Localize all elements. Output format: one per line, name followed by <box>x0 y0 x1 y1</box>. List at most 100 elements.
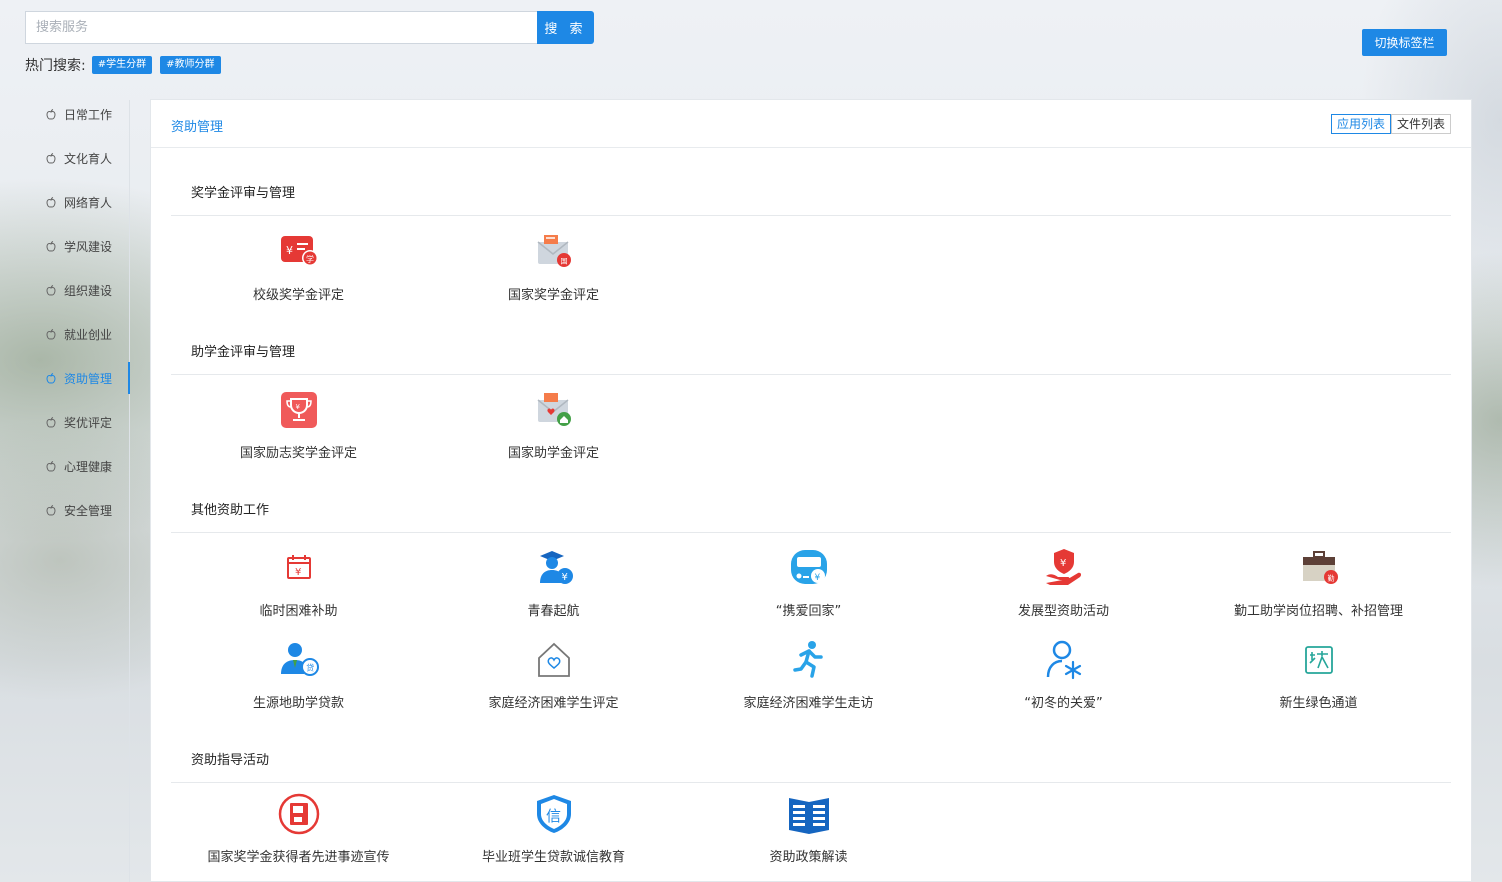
section-divider <box>171 532 1451 533</box>
sidebar-item-daily-work[interactable]: 日常工作 <box>0 92 130 136</box>
svg-text:贷: 贷 <box>306 663 314 673</box>
integrity-shield-icon: 信 <box>536 795 571 833</box>
app-list-toggle[interactable]: 应用列表 <box>1330 114 1391 134</box>
view-toggle: 应用列表 文件列表 <box>1330 114 1451 134</box>
section-title: 其他资助工作 <box>191 503 270 518</box>
tile-label: 临时困难补助 <box>259 604 338 619</box>
sidebar-item-label: 日常工作 <box>64 107 113 122</box>
search-bar: 搜 索 <box>25 11 594 44</box>
tile-label: 青春起航 <box>527 604 580 619</box>
tile-green-channel[interactable]: 新生绿色通道 <box>1191 638 1446 711</box>
tile-label: 家庭经济困难学生评定 <box>488 696 619 711</box>
sidebar-item-label: 奖优评定 <box>64 415 113 430</box>
sidebar-item-safety[interactable]: 安全管理 <box>0 488 130 532</box>
svg-text:¥: ¥ <box>1060 558 1066 569</box>
section-title: 资助指导活动 <box>191 753 270 768</box>
tile-label: 家庭经济困难学生走访 <box>743 696 874 711</box>
svg-text:勤: 勤 <box>1327 574 1334 583</box>
search-button[interactable]: 搜 索 <box>537 11 594 44</box>
panel-title: 资助管理 <box>171 120 224 135</box>
hot-tag-teacher[interactable]: #教师分群 <box>160 56 221 74</box>
tile-label: 校级奖学金评定 <box>252 288 344 303</box>
hot-tag-student[interactable]: #学生分群 <box>91 56 153 74</box>
sidebar-item-label: 就业创业 <box>64 327 113 342</box>
tile-label: 勤工助学岗位招聘、补招管理 <box>1233 604 1403 619</box>
svg-text:国: 国 <box>560 258 567 266</box>
tile-label: 资助政策解读 <box>769 850 848 865</box>
section-scholarship: 奖学金评审与管理 ¥ 学 校级奖学金评定 国 国家奖学金评定 <box>171 182 1451 303</box>
svg-text:¥: ¥ <box>286 244 293 257</box>
file-list-toggle[interactable]: 文件列表 <box>1390 114 1451 134</box>
tile-label: 毕业班学生贷款诚信教育 <box>481 850 625 865</box>
tile-school-scholarship[interactable]: ¥ 学 校级奖学金评定 <box>171 230 426 303</box>
svg-text:¥: ¥ <box>814 573 820 583</box>
tile-label: 国家奖学金获得者先进事迹宣传 <box>207 850 390 865</box>
tile-hardship-visit[interactable]: 家庭经济困难学生走访 <box>681 638 936 711</box>
sidebar-item-mental-health[interactable]: 心理健康 <box>0 444 130 488</box>
sidebar-item-organization[interactable]: 组织建设 <box>0 268 130 312</box>
tile-student-loan[interactable]: 贷 生源地助学贷款 <box>171 638 426 711</box>
tile-label: 国家励志奖学金评定 <box>239 446 357 461</box>
search-input[interactable] <box>25 11 537 44</box>
tile-early-winter-care[interactable]: “初冬的关爱” <box>936 638 1191 711</box>
tile-label: 发展型资助活动 <box>1017 604 1109 619</box>
sidebar-item-label: 组织建设 <box>64 283 113 298</box>
sidebar-item-financial-aid[interactable]: 资助管理 <box>0 356 130 400</box>
tile-national-grant[interactable]: 国家助学金评定 <box>426 388 681 461</box>
tile-label: 生源地助学贷款 <box>252 696 344 711</box>
national-scholarship-icon: 国 <box>537 235 571 267</box>
apple-icon <box>46 372 56 384</box>
tile-youth-setsail[interactable]: ¥ 青春起航 <box>426 546 681 619</box>
tile-label: “携爱回家” <box>775 604 842 619</box>
tile-national-scholarship[interactable]: 国 国家奖学金评定 <box>426 230 681 303</box>
tile-label: 新生绿色通道 <box>1279 696 1358 711</box>
calendar-yuan-icon: ¥ <box>286 555 311 579</box>
tile-loan-integrity[interactable]: 信 毕业班学生贷款诚信教育 <box>426 792 681 865</box>
hot-search: 热门搜索: #学生分群 #教师分群 <box>25 55 229 75</box>
apple-icon <box>46 284 56 296</box>
tile-love-home[interactable]: ¥ “携爱回家” <box>681 546 936 619</box>
person-snowflake-icon <box>1046 640 1081 680</box>
sidebar-item-network[interactable]: 网络育人 <box>0 180 130 224</box>
section-title: 奖学金评审与管理 <box>191 186 296 201</box>
svg-text:¥: ¥ <box>561 572 567 583</box>
section-divider <box>171 215 1451 216</box>
apple-icon <box>46 460 56 472</box>
bus-yuan-icon: ¥ <box>790 550 827 584</box>
switch-tab-bar-button[interactable]: 切换标签栏 <box>1362 29 1447 56</box>
sidebar-item-label: 安全管理 <box>64 503 113 518</box>
tile-hardship-evaluation[interactable]: 家庭经济困难学生评定 <box>426 638 681 711</box>
tile-label: 国家奖学金评定 <box>507 288 599 303</box>
sidebar-item-label: 资助管理 <box>64 371 113 386</box>
graduate-yuan-icon: ¥ <box>539 551 573 584</box>
apple-icon <box>46 328 56 340</box>
apple-icon <box>46 504 56 516</box>
sidebar-item-employment[interactable]: 就业创业 <box>0 312 130 356</box>
sidebar-item-culture[interactable]: 文化育人 <box>0 136 130 180</box>
apple-icon <box>46 416 56 428</box>
sidebar-item-awards[interactable]: 奖优评定 <box>0 400 130 444</box>
sidebar: 日常工作 文化育人 网络育人 学风建设 组织建设 就业创业 资助管理 奖优评定 … <box>0 92 130 532</box>
save-circle-icon <box>278 793 319 835</box>
sidebar-item-study-style[interactable]: 学风建设 <box>0 224 130 268</box>
apple-icon <box>46 240 56 252</box>
tile-work-study[interactable]: 勤 勤工助学岗位招聘、补招管理 <box>1191 546 1446 619</box>
hand-shield-icon: ¥ <box>1045 549 1081 585</box>
green-channel-icon <box>1304 646 1333 674</box>
section-other-aid: 其他资助工作 ¥ 临时困难补助 ¥ 青春起航 ¥ “携爱回家” ¥ 发展型资助活… <box>171 499 1451 711</box>
tile-policy-interpretation[interactable]: 资助政策解读 <box>681 792 936 865</box>
section-divider <box>171 374 1451 375</box>
svg-text:学: 学 <box>306 254 314 264</box>
tile-temporary-hardship[interactable]: ¥ 临时困难补助 <box>171 546 426 619</box>
school-scholarship-icon: ¥ 学 <box>280 236 318 266</box>
trophy-icon: ¥ <box>280 392 317 428</box>
main-panel: 资助管理 应用列表 文件列表 奖学金评审与管理 ¥ 学 校级奖学金评定 国 国家… <box>150 99 1472 882</box>
person-loan-icon: 贷 <box>280 643 319 676</box>
sidebar-item-label: 心理健康 <box>64 459 113 474</box>
section-divider <box>171 782 1451 783</box>
tile-scholar-promotion[interactable]: 国家奖学金获得者先进事迹宣传 <box>171 792 426 865</box>
apple-icon <box>46 108 56 120</box>
tile-development-aid[interactable]: ¥ 发展型资助活动 <box>936 546 1191 619</box>
tile-inspirational-scholarship[interactable]: ¥ 国家励志奖学金评定 <box>171 388 426 461</box>
section-grants: 助学金评审与管理 ¥ 国家励志奖学金评定 国家助学金评定 <box>171 341 1451 461</box>
